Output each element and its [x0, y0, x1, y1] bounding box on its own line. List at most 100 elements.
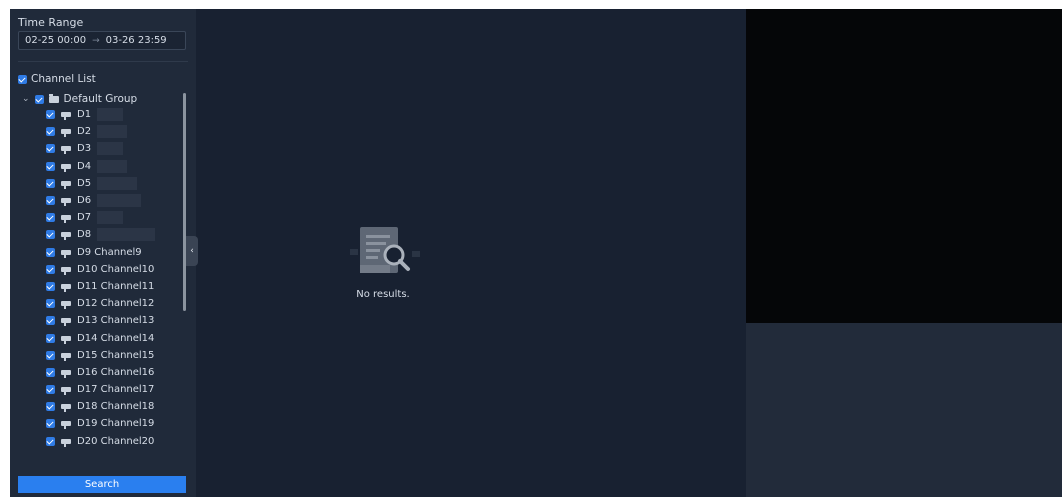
channel-checkbox[interactable]	[46, 213, 55, 223]
channel-label: D9 Channel9	[77, 247, 142, 258]
channel-label: D14 Channel14	[77, 333, 154, 344]
channel-checkbox[interactable]	[46, 419, 55, 429]
channel-item[interactable]: D6	[46, 192, 186, 209]
channel-label: D19 Channel19	[77, 418, 154, 429]
channel-checkbox[interactable]	[46, 144, 55, 154]
channel-checkbox[interactable]	[46, 230, 55, 240]
channel-id: D2	[77, 126, 92, 138]
channel-item[interactable]: D2	[46, 123, 186, 140]
channel-item[interactable]: D7	[46, 209, 186, 226]
camera-icon	[61, 266, 71, 275]
channel-id: D7	[77, 212, 92, 224]
time-range-label: Time Range	[18, 16, 84, 29]
channel-label: D2	[77, 126, 91, 137]
channel-item[interactable]: D4	[46, 158, 186, 175]
channel-item[interactable]: D8	[46, 226, 186, 243]
camera-icon	[61, 180, 71, 189]
camera-icon	[61, 163, 71, 172]
camera-icon	[61, 215, 71, 224]
channel-item[interactable]: D14 Channel14	[46, 329, 186, 346]
channel-name: Channel10	[100, 263, 155, 275]
channel-id: D4	[77, 160, 92, 172]
channel-name: Channel17	[100, 384, 155, 396]
channel-name: Channel12	[100, 298, 155, 310]
channel-id: D20	[77, 435, 98, 447]
channel-id: D8	[77, 229, 92, 241]
select-all-checkbox[interactable]	[18, 74, 27, 84]
channel-label: D13 Channel13	[77, 315, 154, 326]
channel-checkbox[interactable]	[46, 281, 55, 291]
channel-id: D10	[77, 263, 98, 275]
divider	[18, 61, 188, 62]
channel-checkbox[interactable]	[46, 350, 55, 360]
camera-icon	[61, 387, 71, 396]
time-range-picker[interactable]: 02-25 00:00 → 03-26 23:59	[18, 31, 186, 50]
collapse-panel-button[interactable]: ‹	[186, 236, 198, 266]
camera-icon	[61, 421, 71, 430]
folder-icon	[48, 93, 59, 103]
channel-checkbox[interactable]	[46, 127, 55, 137]
channel-checkbox[interactable]	[46, 299, 55, 309]
channel-label: D20 Channel20	[77, 436, 154, 447]
channel-item[interactable]: D16 Channel16	[46, 364, 186, 381]
no-results-text: No results.	[356, 289, 410, 300]
channel-checkbox[interactable]	[46, 333, 55, 343]
channel-id: D9	[77, 246, 92, 258]
details-panel	[746, 323, 1062, 497]
channel-id: D19	[77, 418, 98, 430]
channel-item[interactable]: D20 Channel20	[46, 433, 186, 450]
channel-name: Channel13	[100, 315, 155, 327]
channel-checkbox[interactable]	[46, 367, 55, 377]
channel-checkbox[interactable]	[46, 178, 55, 188]
group-checkbox[interactable]	[34, 94, 44, 104]
channel-id: D3	[77, 143, 92, 155]
channel-checkbox[interactable]	[46, 247, 55, 257]
channel-item[interactable]: D3	[46, 140, 186, 157]
redacted-channel-name	[97, 142, 124, 156]
channel-label: D6	[77, 195, 91, 206]
time-range-start: 02-25 00:00	[25, 35, 87, 46]
channel-tree: D1 D2 D3 D4 D5 D6 D7 D8 D9 Channel9 D10 C…	[46, 106, 186, 450]
channel-item[interactable]: D17 Channel17	[46, 381, 186, 398]
channel-checkbox[interactable]	[46, 161, 55, 171]
tree-group-default[interactable]: ⌄ Default Group	[22, 93, 137, 105]
redacted-channel-name	[97, 125, 128, 139]
channel-name: Channel20	[100, 435, 155, 447]
channel-item[interactable]: D1	[46, 106, 186, 123]
camera-icon	[61, 318, 71, 327]
channel-label: D11 Channel11	[77, 281, 154, 292]
channel-item[interactable]: D15 Channel15	[46, 347, 186, 364]
channel-item[interactable]: D11 Channel11	[46, 278, 186, 295]
channel-checkbox[interactable]	[46, 110, 55, 120]
channel-item[interactable]: D19 Channel19	[46, 415, 186, 432]
channel-id: D5	[77, 177, 92, 189]
channel-list-label: Channel List	[31, 73, 96, 85]
channel-label: D18 Channel18	[77, 401, 154, 412]
redacted-channel-name	[97, 159, 128, 173]
channel-label: D10 Channel10	[77, 264, 154, 275]
redacted-channel-name	[97, 176, 138, 190]
video-preview[interactable]	[746, 9, 1062, 323]
channel-id: D17	[77, 384, 98, 396]
camera-icon	[61, 301, 71, 310]
channel-item[interactable]: D18 Channel18	[46, 398, 186, 415]
channel-item[interactable]: D12 Channel12	[46, 295, 186, 312]
channel-checkbox[interactable]	[46, 196, 55, 206]
channel-checkbox[interactable]	[46, 316, 55, 326]
channel-checkbox[interactable]	[46, 264, 55, 274]
no-results-icon	[350, 227, 420, 273]
chevron-down-icon[interactable]: ⌄	[22, 94, 30, 104]
channel-checkbox[interactable]	[46, 436, 55, 446]
scrollbar[interactable]	[183, 93, 186, 311]
channel-name: Channel9	[94, 246, 142, 258]
channel-item[interactable]: D10 Channel10	[46, 261, 186, 278]
channel-item[interactable]: D9 Channel9	[46, 244, 186, 261]
channel-item[interactable]: D5	[46, 175, 186, 192]
channel-item[interactable]: D13 Channel13	[46, 312, 186, 329]
channel-checkbox[interactable]	[46, 402, 55, 412]
redacted-channel-name	[97, 211, 124, 225]
channel-list-header[interactable]: Channel List	[18, 73, 96, 85]
channel-checkbox[interactable]	[46, 385, 55, 395]
channel-label: D15 Channel15	[77, 350, 154, 361]
search-button[interactable]: Search	[18, 476, 186, 493]
